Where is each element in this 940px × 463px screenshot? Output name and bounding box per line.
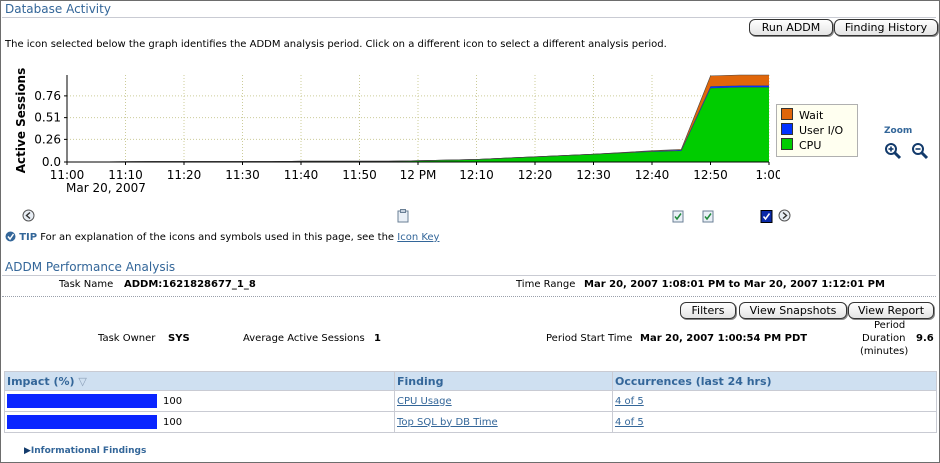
legend-swatch — [781, 138, 793, 150]
addm-finding-icon[interactable] — [672, 209, 684, 223]
impact-bar — [7, 415, 157, 429]
plot-area — [67, 75, 769, 162]
finding-link[interactable]: CPU Usage — [397, 396, 452, 407]
zoom-out-icon[interactable] — [911, 142, 929, 160]
icon-key-link[interactable]: Icon Key — [397, 232, 439, 243]
zoom-label: Zoom — [884, 126, 913, 136]
y-tick-label: 0.26 — [34, 132, 61, 146]
addm-finding-icon[interactable] — [702, 209, 714, 223]
dotted-divider — [2, 296, 936, 297]
legend-swatch — [781, 108, 793, 120]
tip-label: TIP — [19, 232, 38, 243]
impact-bar — [7, 394, 157, 408]
finding-link[interactable]: Top SQL by DB Time — [397, 417, 498, 428]
legend-item-wait: Wait — [781, 108, 824, 122]
period-duration-label-line2: Duration — [862, 333, 906, 344]
informational-findings-toggle[interactable]: ▶Informational Findings — [24, 446, 146, 456]
time-range-label: Time Range — [516, 279, 576, 290]
average-active-sessions-label: Average Active Sessions — [243, 333, 365, 344]
tip-line: TIP For an explanation of the icons and … — [5, 231, 439, 243]
y-tick-label: 0.0 — [42, 155, 61, 169]
occurrences-cell: 4 of 5 — [612, 411, 937, 433]
task-name-label: Task Name — [59, 279, 114, 290]
x-tick-label: 12:20 — [518, 168, 553, 182]
period-duration-value: 9.6 — [916, 333, 934, 344]
finding-history-button[interactable]: Finding History — [834, 19, 938, 36]
impact-cell: 100 — [4, 411, 395, 433]
section-title-database-activity: Database Activity — [5, 2, 111, 16]
zoom-in-icon[interactable] — [884, 142, 902, 160]
table-header-row: Impact (%) ▽ Finding Occurrences (last 2… — [4, 371, 937, 391]
x-tick-label: 12:30 — [576, 168, 611, 182]
time-range-value: Mar 20, 2007 1:08:01 PM to Mar 20, 2007 … — [584, 279, 885, 290]
x-tick-label: 12:50 — [693, 168, 728, 182]
period-start-value: Mar 20, 2007 1:00:54 PM PDT — [640, 333, 808, 344]
x-tick-label: 11:50 — [342, 168, 377, 182]
legend-item-user-io: User I/O — [781, 123, 844, 137]
x-tick-label: 12:10 — [459, 168, 494, 182]
divider — [2, 275, 936, 276]
impact-cell: 100 — [4, 390, 395, 412]
y-tick-label: 0.51 — [34, 111, 61, 125]
x-tick-label: 11:20 — [167, 168, 202, 182]
impact-value: 100 — [163, 396, 183, 407]
period-duration-label-line3: (minutes) — [860, 346, 909, 357]
run-addm-button[interactable]: Run ADDM — [749, 19, 833, 36]
findings-table: Impact (%) ▽ Finding Occurrences (last 2… — [4, 371, 937, 433]
x-tick-label: 11:30 — [225, 168, 260, 182]
task-name-value: ADDM:1621828677_1_8 — [124, 279, 256, 290]
legend-label: CPU — [799, 139, 822, 152]
column-header-occurrences: Occurrences (last 24 hrs) — [612, 371, 937, 391]
x-tick-label: 12:40 — [635, 168, 670, 182]
y-tick-label: 0.76 — [34, 89, 61, 103]
period-duration-label-line1: Period — [874, 320, 906, 331]
occurrences-link[interactable]: 4 of 5 — [615, 417, 644, 428]
finding-cell: Top SQL by DB Time — [394, 411, 613, 433]
selected-addm-finding-icon[interactable] — [760, 209, 773, 223]
expand-triangle-icon: ▶ — [24, 446, 31, 456]
table-row: 100 CPU Usage 4 of 5 — [4, 390, 937, 412]
scroll-left-icon[interactable] — [22, 209, 35, 222]
column-header-finding: Finding — [394, 371, 613, 391]
view-snapshots-button[interactable]: View Snapshots — [739, 302, 847, 319]
x-tick-label: 11:10 — [108, 168, 143, 182]
x-tick-label: 11:40 — [284, 168, 319, 182]
column-header-label: Impact (%) — [7, 374, 75, 388]
active-sessions-chart[interactable]: 0.0 0.26 0.51 0.76 11:00 11:10 11:20 11:30 11:40… — [0, 60, 780, 200]
table-row: 100 Top SQL by DB Time 4 of 5 — [4, 411, 937, 433]
scroll-right-icon[interactable] — [778, 209, 791, 222]
x-axis-date-label: Mar 20, 2007 — [66, 181, 146, 195]
informational-findings-label: Informational Findings — [30, 446, 147, 456]
impact-value: 100 — [163, 417, 183, 428]
section-title-addm-analysis: ADDM Performance Analysis — [5, 260, 176, 274]
column-header-impact[interactable]: Impact (%) ▽ — [4, 371, 395, 391]
legend-label: User I/O — [799, 124, 844, 137]
occurrences-link[interactable]: 4 of 5 — [615, 396, 644, 407]
occurrences-cell: 4 of 5 — [612, 390, 937, 412]
y-axis-label: Active Sessions — [14, 68, 28, 174]
sort-descending-icon: ▽ — [78, 374, 87, 388]
clipboard-icon[interactable] — [397, 209, 409, 223]
x-tick-label: 1:00 — [756, 168, 780, 182]
instructions-text: The icon selected below the graph identi… — [5, 39, 667, 50]
period-start-label: Period Start Time — [546, 333, 633, 344]
legend-swatch — [781, 123, 793, 135]
legend-label: Wait — [799, 109, 824, 122]
finding-cell: CPU Usage — [394, 390, 613, 412]
filters-button[interactable]: Filters — [680, 302, 736, 319]
legend-item-cpu: CPU — [781, 138, 822, 152]
average-active-sessions-value: 1 — [374, 333, 381, 344]
tip-check-icon — [5, 231, 16, 242]
tip-text: For an explanation of the icons and symb… — [40, 232, 395, 243]
x-tick-label: 12 PM — [400, 168, 437, 182]
chart-legend: Wait User I/O CPU — [776, 104, 858, 157]
x-tick-label: 11:00 — [50, 168, 85, 182]
divider — [2, 17, 936, 18]
view-report-button[interactable]: View Report — [848, 302, 934, 319]
task-owner-label: Task Owner — [98, 333, 156, 344]
task-owner-value: SYS — [168, 333, 190, 344]
